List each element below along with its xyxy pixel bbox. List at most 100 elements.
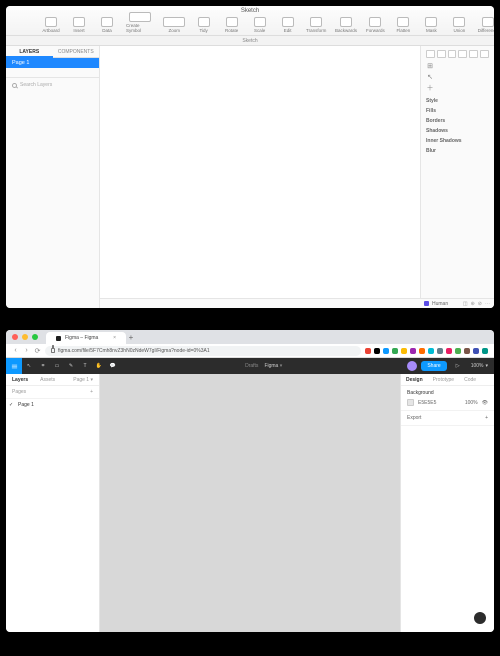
align-right-button[interactable] (448, 50, 457, 58)
address-bar[interactable]: figma.com/file/5F7Cmh8nvZ3hN0zNdeW7gI/Fi… (45, 346, 361, 356)
add-icon[interactable]: ＋ (426, 84, 434, 92)
figma-canvas[interactable] (100, 374, 400, 632)
toolbar-transform-button[interactable]: Transform (307, 17, 326, 33)
extension-icon[interactable] (428, 348, 434, 354)
share-button[interactable]: Share (421, 361, 446, 371)
tab-prototype[interactable]: Prototype (428, 374, 459, 385)
toolbar-zoom-button[interactable]: Zoom (164, 17, 185, 33)
frame-tool-button[interactable]: ⌗ (36, 358, 50, 374)
inspector-borders-section[interactable]: Borders (426, 116, 489, 126)
background-hex[interactable]: E5E5E5 (418, 400, 436, 406)
shape-tool-button[interactable]: ▭ (50, 358, 64, 374)
chevron-down-icon: ▾ (90, 377, 93, 383)
minimize-window-button[interactable] (22, 334, 28, 340)
forward-button[interactable]: › (23, 347, 30, 354)
extension-icon[interactable] (401, 348, 407, 354)
extension-icon[interactable] (392, 348, 398, 354)
back-button[interactable]: ‹ (12, 347, 19, 354)
pen-tool-button[interactable]: ✎ (64, 358, 78, 374)
extension-icon[interactable] (446, 348, 452, 354)
visibility-toggle-icon[interactable]: 👁 (482, 400, 488, 406)
maximize-window-button[interactable] (32, 334, 38, 340)
close-tab-icon[interactable]: × (113, 335, 116, 341)
toolbar-artboard-button[interactable]: Artboard (42, 17, 60, 33)
new-tab-button[interactable]: + (126, 332, 136, 344)
cursor-icon[interactable]: ↖ (426, 73, 434, 81)
align-bottom-button[interactable] (480, 50, 489, 58)
extension-icon[interactable] (464, 348, 470, 354)
comment-tool-button[interactable]: 💬 (106, 358, 120, 374)
tab-layers[interactable]: LAYERS (6, 46, 53, 58)
layer-search[interactable]: Search Layers (6, 78, 99, 92)
extension-icon[interactable] (365, 348, 371, 354)
align-left-button[interactable] (426, 50, 435, 58)
background-opacity[interactable]: 100% (465, 400, 478, 406)
plugin-icon[interactable] (424, 301, 429, 306)
help-fab-button[interactable] (474, 612, 486, 624)
toolbar-edit-button[interactable]: Edit (279, 17, 297, 33)
inspector-shadows-section[interactable]: Shadows (426, 126, 489, 136)
toolbar-difference-button[interactable]: Difference (478, 17, 494, 33)
breadcrumb-parent[interactable]: Drafts (245, 363, 258, 369)
inspector-blur-section[interactable]: Blur (426, 146, 489, 156)
extension-icon[interactable] (455, 348, 461, 354)
align-top-button[interactable] (458, 50, 467, 58)
tab-components[interactable]: COMPONENTS (53, 46, 100, 58)
toolbar-scale-button[interactable]: Scale (251, 17, 269, 33)
toolbar-flatten-button[interactable]: Flatten (394, 17, 412, 33)
extension-icon[interactable] (383, 348, 389, 354)
extension-icon[interactable] (410, 348, 416, 354)
toolbar-data-button[interactable]: Data (98, 17, 116, 33)
background-swatch[interactable] (407, 399, 414, 406)
tab-code[interactable]: Code (459, 374, 481, 385)
page-row[interactable]: Page 1 (6, 58, 99, 68)
extension-icon[interactable] (374, 348, 380, 354)
tab-layers[interactable]: Layers (6, 374, 34, 385)
page-item[interactable]: Page 1 (6, 399, 99, 411)
toolbar-insert-button[interactable]: Insert (70, 17, 88, 33)
scale-icon (254, 17, 266, 27)
page-selector[interactable]: Page 1 ▾ (67, 374, 99, 385)
sketch-canvas[interactable] (100, 46, 420, 308)
extension-icon[interactable] (437, 348, 443, 354)
footer-icon-4[interactable]: ⋯ (485, 301, 490, 307)
toolbar-label: Union (453, 28, 465, 33)
toolbar-backwards-button[interactable]: Backwards (336, 17, 357, 33)
inspector-style-section[interactable]: Style (426, 96, 489, 106)
add-export-button[interactable]: + (485, 415, 488, 421)
hand-tool-button[interactable]: ✋ (92, 358, 106, 374)
toolbar-create-symbol-button[interactable]: Create Symbol (126, 12, 154, 33)
inspector-fills-section[interactable]: Fills (426, 106, 489, 116)
text-tool-button[interactable]: T (78, 358, 92, 374)
align-middle-button[interactable] (469, 50, 478, 58)
toolbar-union-button[interactable]: Union (450, 17, 468, 33)
constraints-icon[interactable]: ⊞ (426, 62, 434, 70)
present-button[interactable]: ▷ (451, 358, 465, 374)
zoom-control[interactable]: 100% ▾ (465, 363, 494, 369)
close-window-button[interactable] (12, 334, 18, 340)
extension-icon[interactable] (482, 348, 488, 354)
footer-icon-3[interactable]: ⊘ (478, 301, 482, 307)
move-tool-button[interactable]: ↖ (22, 358, 36, 374)
footer-icon-1[interactable]: ◫ (463, 301, 468, 307)
extension-icon[interactable] (419, 348, 425, 354)
inspector-inner-shadows-section[interactable]: Inner Shadows (426, 136, 489, 146)
toolbar-forwards-button[interactable]: Forwards (366, 17, 384, 33)
reload-button[interactable]: ⟳ (34, 347, 41, 354)
extension-icon[interactable] (473, 348, 479, 354)
tab-assets[interactable]: Assets (34, 374, 61, 385)
document-tab[interactable]: Sketch (6, 36, 494, 46)
file-name[interactable]: Figma ▾ (264, 363, 282, 369)
browser-tab[interactable]: Figma – Figma × (46, 332, 126, 344)
footer-icon-2[interactable]: ⊕ (471, 301, 475, 307)
tab-design[interactable]: Design (401, 374, 428, 385)
add-page-area[interactable] (6, 68, 99, 78)
toolbar-label: Scale (254, 28, 265, 33)
add-page-button[interactable]: + (90, 389, 93, 395)
figma-menu-button[interactable] (6, 358, 22, 374)
avatar[interactable] (407, 361, 417, 371)
toolbar-tidy-button[interactable]: Tidy (195, 17, 213, 33)
toolbar-rotate-button[interactable]: Rotate (223, 17, 241, 33)
toolbar-mask-button[interactable]: Mask (422, 17, 440, 33)
align-center-button[interactable] (437, 50, 446, 58)
